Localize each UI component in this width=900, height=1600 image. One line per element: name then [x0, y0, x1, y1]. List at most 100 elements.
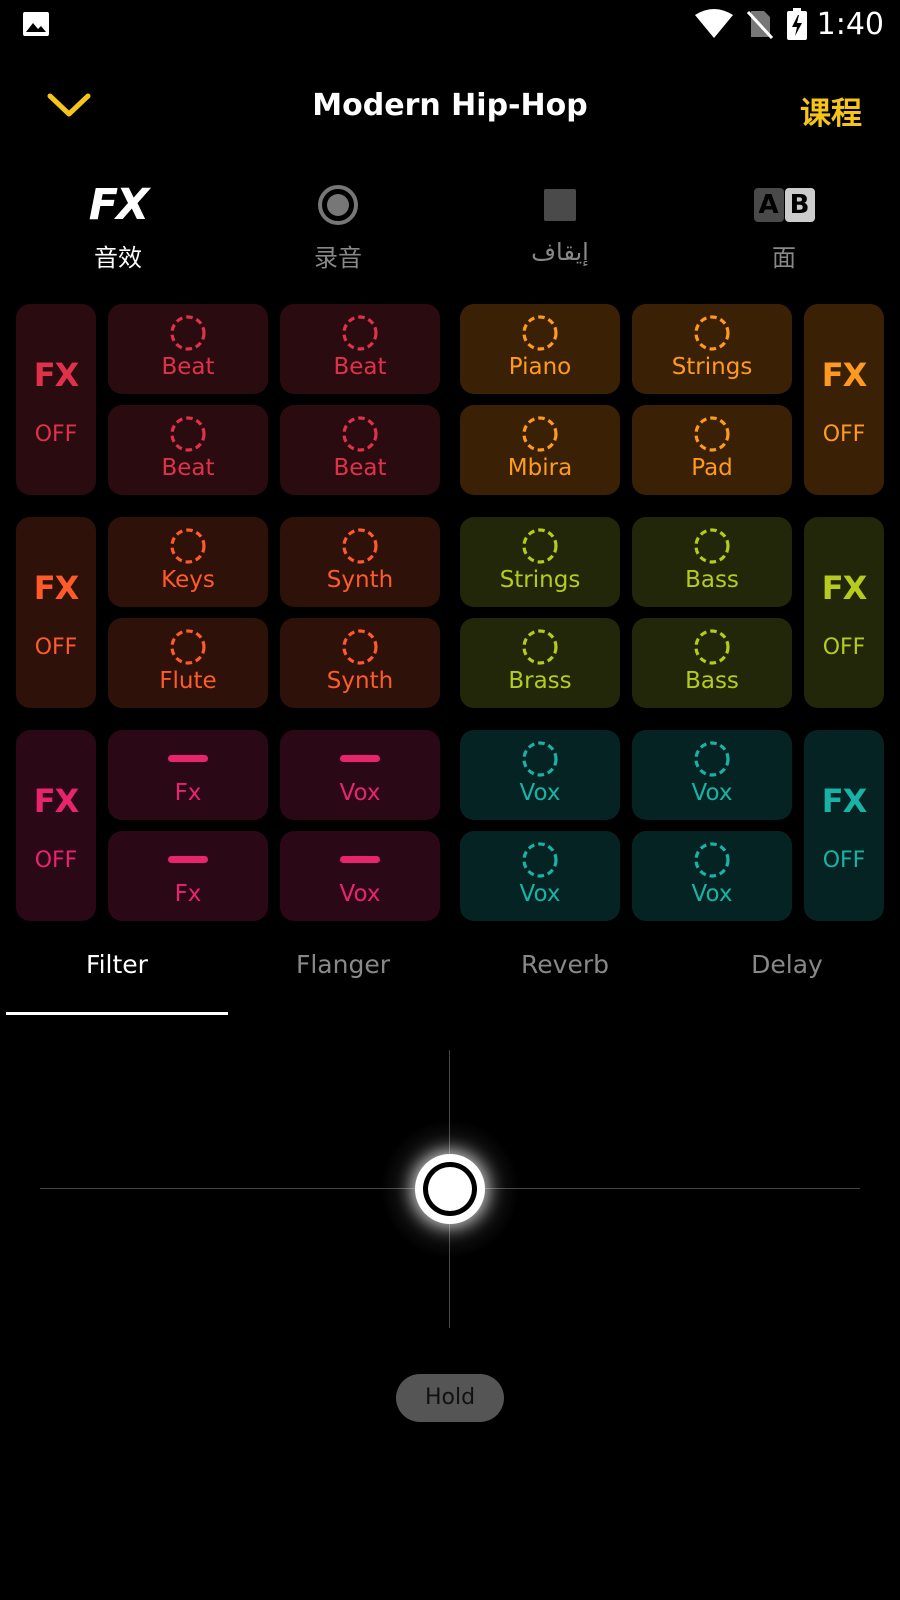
- loop-ring-icon: [170, 528, 206, 564]
- sample-pad[interactable]: Beat: [108, 304, 268, 394]
- sample-pad[interactable]: Bass: [632, 517, 792, 607]
- page-title: Modern Hip-Hop: [312, 88, 588, 123]
- xy-knob[interactable]: [415, 1154, 485, 1224]
- sample-pad[interactable]: Strings: [460, 517, 620, 607]
- sample-pad-label: Synth: [326, 567, 394, 593]
- sample-pad[interactable]: Synth: [280, 517, 440, 607]
- minus-icon: [340, 755, 380, 762]
- tab-fx[interactable]: FX 音效: [18, 178, 218, 272]
- chevron-down-icon[interactable]: [46, 90, 92, 122]
- sample-pad[interactable]: Synth: [280, 618, 440, 708]
- minus-icon: [168, 755, 208, 762]
- sample-pad[interactable]: Keys: [108, 517, 268, 607]
- fx-toggle-group5[interactable]: FX OFF: [16, 730, 96, 921]
- status-bar: 1:40: [0, 0, 900, 48]
- sample-pad-label: Brass: [508, 668, 572, 694]
- sample-pad[interactable]: Vox: [280, 730, 440, 820]
- loop-ring-icon: [694, 416, 730, 452]
- fx-label: FX: [821, 782, 868, 820]
- loop-ring-icon: [694, 528, 730, 564]
- tab-ab[interactable]: AB 面: [684, 178, 884, 272]
- loop-ring-icon: [522, 528, 558, 564]
- loop-ring-icon: [694, 741, 730, 777]
- sample-pad[interactable]: Beat: [280, 405, 440, 495]
- sample-pad-label: Vox: [519, 780, 561, 806]
- sample-pad-label: Synth: [326, 668, 394, 694]
- loop-ring-icon: [522, 315, 558, 351]
- active-tab-indicator: [6, 1012, 228, 1015]
- sample-pad-label: Keys: [161, 567, 215, 593]
- loop-ring-icon: [694, 315, 730, 351]
- wifi-icon: [694, 9, 733, 38]
- tab-delay[interactable]: Delay: [676, 950, 898, 1002]
- sample-pad[interactable]: Mbira: [460, 405, 620, 495]
- sample-pad[interactable]: Fx: [108, 730, 268, 820]
- sample-pad[interactable]: Vox: [460, 730, 620, 820]
- sample-pad-label: Piano: [508, 354, 572, 380]
- fx-toggle-group3[interactable]: FX OFF: [16, 517, 96, 708]
- sample-pad-label: Beat: [161, 455, 215, 481]
- ab-icon-a: A: [753, 188, 784, 222]
- fx-state: OFF: [822, 422, 866, 447]
- fx-toggle-group2[interactable]: FX OFF: [804, 304, 884, 495]
- ab-icon-b: B: [784, 188, 815, 222]
- fx-state: OFF: [34, 848, 78, 873]
- tab-flanger[interactable]: Flanger: [232, 950, 454, 1002]
- clock: 1:40: [816, 6, 884, 42]
- tab-filter[interactable]: Filter: [6, 950, 228, 1002]
- loop-ring-icon: [522, 416, 558, 452]
- sample-pad[interactable]: Vox: [460, 831, 620, 921]
- minus-icon: [168, 856, 208, 863]
- sample-pad-label: Beat: [161, 354, 215, 380]
- ab-icon: AB: [684, 178, 884, 232]
- sample-pad[interactable]: Pad: [632, 405, 792, 495]
- loop-ring-icon: [342, 528, 378, 564]
- sample-pad[interactable]: Bass: [632, 618, 792, 708]
- loop-ring-icon: [522, 842, 558, 878]
- record-icon: [318, 185, 358, 225]
- sample-pad[interactable]: Strings: [632, 304, 792, 394]
- sample-pad-label: Pad: [691, 455, 733, 481]
- fx-label: FX: [33, 356, 80, 394]
- sample-pad-label: Vox: [691, 881, 733, 907]
- tab-record[interactable]: 录音: [238, 178, 438, 272]
- fx-label: FX: [821, 356, 868, 394]
- course-link[interactable]: 课程: [800, 88, 862, 133]
- fx-toggle-group6[interactable]: FX OFF: [804, 730, 884, 921]
- fx-toggle-group1[interactable]: FX OFF: [16, 304, 96, 495]
- sample-pad-label: Beat: [333, 455, 387, 481]
- loop-ring-icon: [170, 629, 206, 665]
- fx-state: OFF: [822, 635, 866, 660]
- fx-label: FX: [821, 569, 868, 607]
- fx-logo-icon: FX: [88, 180, 150, 230]
- tab-ab-label: 面: [772, 244, 796, 272]
- fx-state: OFF: [34, 635, 78, 660]
- sample-pad-label: Flute: [159, 668, 217, 694]
- sample-pad[interactable]: Flute: [108, 618, 268, 708]
- loop-ring-icon: [342, 315, 378, 351]
- fx-label: FX: [33, 782, 80, 820]
- tab-reverb[interactable]: Reverb: [454, 950, 676, 1002]
- xy-effect-pad[interactable]: [40, 1050, 860, 1328]
- sample-pad[interactable]: Beat: [280, 304, 440, 394]
- hold-button[interactable]: Hold: [396, 1374, 504, 1422]
- loop-ring-icon: [522, 741, 558, 777]
- loop-ring-icon: [170, 416, 206, 452]
- tab-stop[interactable]: إيقاف: [460, 178, 660, 270]
- loop-ring-icon: [342, 629, 378, 665]
- no-sim-icon: [746, 10, 773, 39]
- sample-pad[interactable]: Beat: [108, 405, 268, 495]
- sample-pad-label: Mbira: [507, 455, 573, 481]
- sample-pad[interactable]: Vox: [632, 730, 792, 820]
- gallery-icon: [23, 12, 49, 36]
- sample-pad[interactable]: Vox: [280, 831, 440, 921]
- sample-pad-label: Strings: [499, 567, 581, 593]
- fx-toggle-group4[interactable]: FX OFF: [804, 517, 884, 708]
- loop-ring-icon: [342, 416, 378, 452]
- sample-pad-label: Fx: [174, 780, 202, 806]
- sample-pad[interactable]: Brass: [460, 618, 620, 708]
- sample-pad[interactable]: Fx: [108, 831, 268, 921]
- minus-icon: [340, 856, 380, 863]
- sample-pad[interactable]: Vox: [632, 831, 792, 921]
- sample-pad[interactable]: Piano: [460, 304, 620, 394]
